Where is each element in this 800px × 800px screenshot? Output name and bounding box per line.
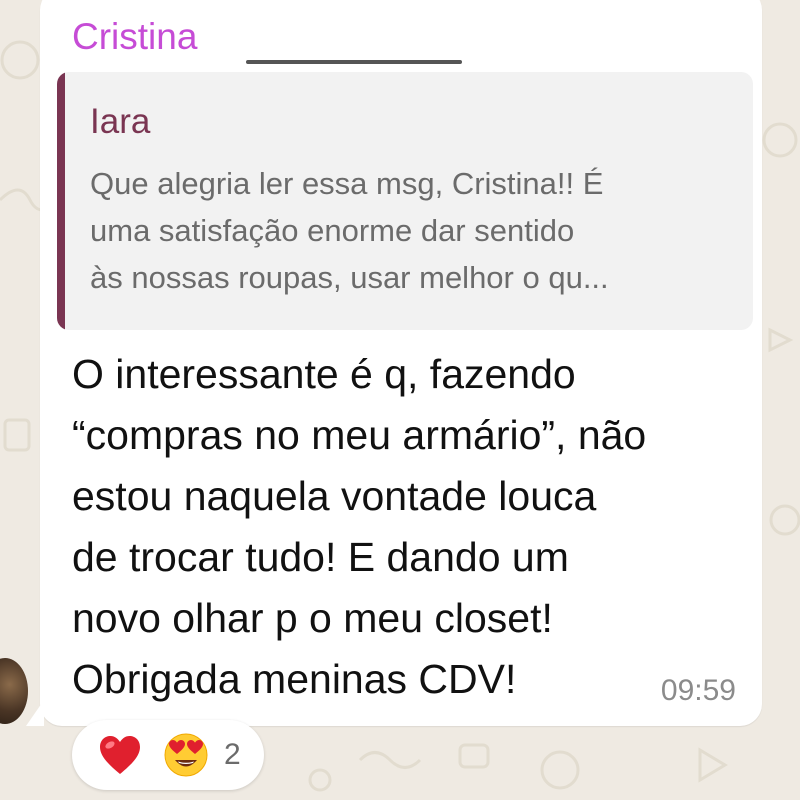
message-text: O interessante é q, fazendo “compras no …	[72, 344, 762, 710]
message-timestamp: 09:59	[660, 674, 736, 707]
message-line: “compras no meu armário”, não	[72, 412, 647, 458]
quote-bar	[57, 72, 65, 330]
heart-icon	[100, 736, 140, 774]
message-line: Obrigada meninas CDV!	[72, 656, 517, 702]
heart-eyes-face-icon	[164, 733, 208, 777]
bubble-tail	[26, 700, 44, 726]
reactions-pill[interactable]: 2	[72, 720, 264, 790]
message-line: O interessante é q, fazendo	[72, 351, 576, 397]
sender-name[interactable]: Cristina	[72, 16, 197, 58]
quoted-line: às nossas roupas, usar melhor o qu...	[90, 260, 609, 295]
reaction-count: 2	[224, 738, 241, 771]
message-line: estou naquela vontade louca	[72, 473, 597, 519]
quoted-message[interactable]: Iara Que alegria ler essa msg, Cristina!…	[57, 72, 753, 330]
quoted-author: Iara	[90, 102, 151, 141]
quoted-line: uma satisfação enorme dar sentido	[90, 213, 575, 248]
message-line: novo olhar p o meu closet!	[72, 595, 553, 641]
sender-phone-redaction	[246, 60, 462, 64]
quoted-text: Que alegria ler essa msg, Cristina!! É u…	[90, 160, 740, 301]
message-line: de trocar tudo! E dando um	[72, 534, 569, 580]
quoted-line: Que alegria ler essa msg, Cristina!! É	[90, 166, 604, 201]
